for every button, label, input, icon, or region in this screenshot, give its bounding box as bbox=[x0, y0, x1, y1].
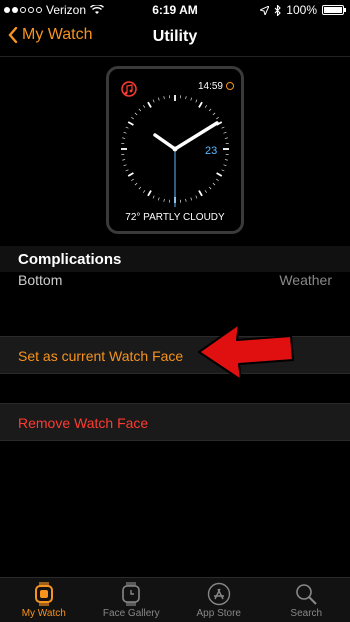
watch-face-preview: 14:59 23 72° PARTLY CLOUDY bbox=[106, 66, 244, 234]
location-icon bbox=[260, 5, 270, 15]
dial-tick bbox=[122, 159, 126, 161]
dial-tick bbox=[216, 117, 219, 120]
complication-bottom-row[interactable]: Bottom Weather bbox=[0, 272, 350, 296]
page-title: Utility bbox=[152, 28, 198, 45]
battery-percent: 100% bbox=[286, 3, 317, 17]
dial-tick bbox=[127, 121, 134, 126]
dial-tick bbox=[163, 96, 165, 100]
face-gallery-icon bbox=[122, 582, 141, 606]
dial-tick bbox=[185, 96, 187, 100]
dial-tick bbox=[204, 190, 207, 193]
battery-icon bbox=[322, 5, 346, 15]
clock-hands bbox=[153, 121, 219, 207]
dial-tick bbox=[163, 198, 165, 202]
status-bar: Verizon 6:19 AM 100% bbox=[0, 0, 350, 20]
complication-bottom-value: Weather bbox=[279, 272, 332, 288]
tab-my-watch-label: My Watch bbox=[21, 608, 66, 619]
dial-tick bbox=[224, 159, 228, 161]
search-icon bbox=[296, 584, 317, 605]
app-store-icon bbox=[207, 582, 230, 606]
dial-tick bbox=[224, 137, 228, 139]
dial-tick bbox=[223, 132, 227, 134]
tab-my-watch[interactable]: My Watch bbox=[0, 578, 88, 622]
dial-tick bbox=[127, 172, 134, 177]
dial-tick bbox=[131, 178, 134, 181]
dial-tick bbox=[143, 190, 146, 193]
dial-tick bbox=[198, 190, 203, 197]
tab-app-store-label: App Store bbox=[196, 608, 241, 619]
dial-tick bbox=[195, 99, 198, 103]
tab-face-gallery[interactable]: Face Gallery bbox=[88, 578, 176, 622]
annotation-arrow-icon bbox=[198, 323, 294, 381]
remove-face-button[interactable]: Remove Watch Face bbox=[0, 403, 350, 441]
dial-tick bbox=[204, 105, 207, 108]
dial-tick bbox=[123, 164, 127, 166]
dial-tick bbox=[123, 132, 127, 134]
dial-tick bbox=[158, 197, 160, 201]
dial-tick bbox=[147, 101, 152, 108]
dial-tick bbox=[195, 195, 198, 199]
dial-tick bbox=[216, 172, 223, 177]
dial-tick bbox=[138, 186, 142, 190]
dial-tick bbox=[190, 97, 192, 101]
dial-tick bbox=[212, 182, 216, 186]
dial-tick bbox=[122, 137, 126, 139]
tab-bar: My Watch Face Gallery App Store Search bbox=[0, 577, 350, 622]
dial-tick bbox=[198, 101, 203, 108]
dial-tick bbox=[208, 186, 212, 190]
complications-header: Complications bbox=[18, 251, 122, 268]
status-right: 100% bbox=[260, 3, 346, 17]
remove-face-label: Remove Watch Face bbox=[18, 415, 149, 431]
watch-time-complication: 14:59 bbox=[197, 81, 223, 92]
navigation-bar: My Watch Utility bbox=[0, 20, 350, 57]
dial-tick bbox=[152, 99, 155, 103]
dial-tick bbox=[152, 195, 155, 199]
tab-app-store[interactable]: App Store bbox=[175, 578, 263, 622]
tab-face-gallery-label: Face Gallery bbox=[102, 608, 160, 619]
music-complication-icon bbox=[121, 81, 137, 97]
dial-tick bbox=[131, 117, 134, 120]
complication-bottom-label: Bottom bbox=[18, 272, 63, 288]
alarm-icon bbox=[226, 82, 234, 90]
dial-tick bbox=[190, 197, 192, 201]
dial-tick bbox=[185, 198, 187, 202]
dial-tick bbox=[143, 105, 146, 108]
dial-tick bbox=[221, 126, 225, 129]
dial-tick bbox=[158, 97, 160, 101]
dial-tick bbox=[216, 178, 219, 181]
dial-tick bbox=[147, 190, 152, 197]
dial-tick bbox=[138, 108, 142, 112]
dial-tick bbox=[208, 108, 212, 112]
dial-tick bbox=[221, 169, 225, 172]
watch-date-complication: 23 bbox=[205, 145, 218, 157]
watch-weather-complication: 72° PARTLY CLOUDY bbox=[125, 212, 225, 223]
dial-tick bbox=[134, 182, 138, 186]
dial-tick bbox=[125, 126, 129, 129]
dial-tick bbox=[223, 164, 227, 166]
set-current-face-label: Set as current Watch Face bbox=[18, 348, 184, 364]
dial-tick bbox=[134, 112, 138, 116]
dial-tick bbox=[212, 112, 216, 116]
tab-search-label: Search bbox=[290, 608, 323, 619]
set-current-face-button[interactable]: Set as current Watch Face bbox=[0, 336, 350, 374]
tab-search[interactable]: Search bbox=[263, 578, 350, 622]
watch-icon bbox=[34, 582, 53, 606]
bluetooth-icon bbox=[274, 4, 282, 16]
dial-tick bbox=[125, 169, 129, 172]
